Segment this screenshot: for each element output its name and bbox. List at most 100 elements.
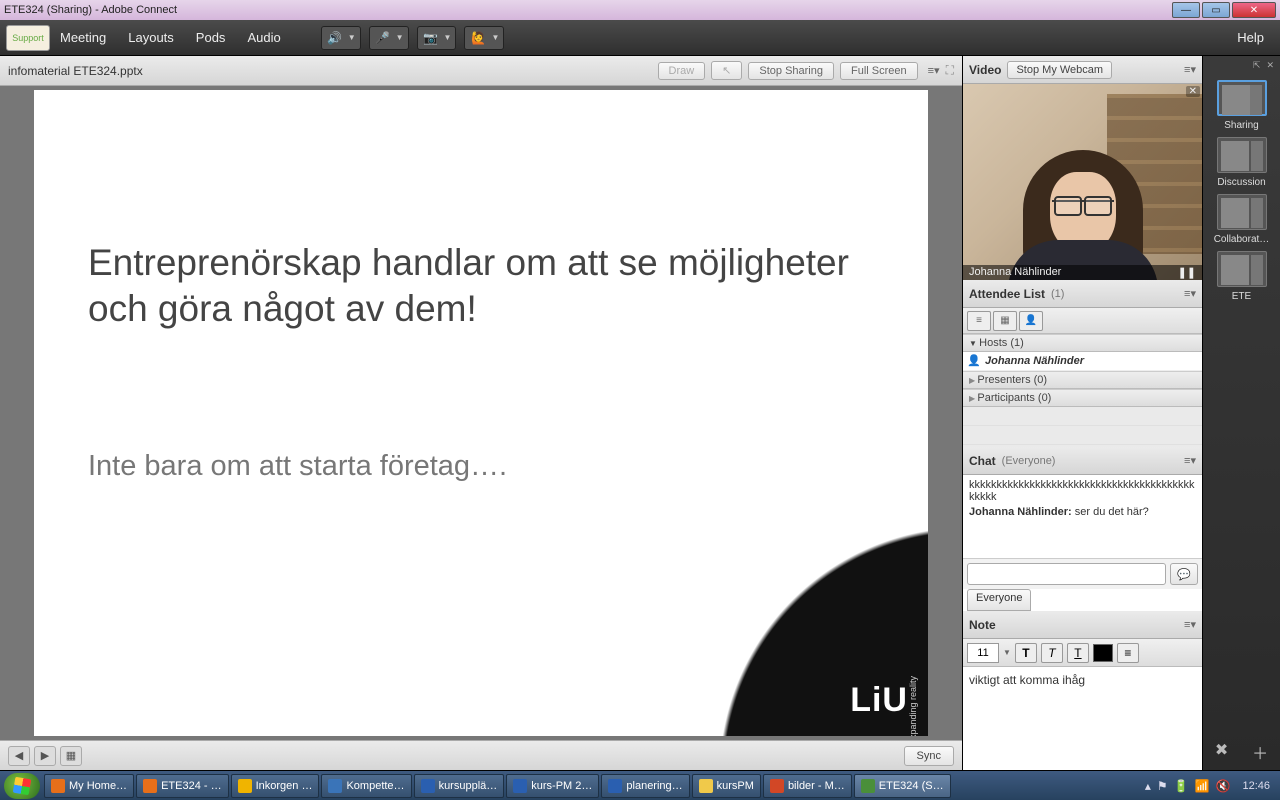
app-menubar: Support Meeting Layouts Pods Audio 🔊▼ 🎤▼… bbox=[0, 20, 1280, 56]
attendee-tools: ≡ ▦ 👤 bbox=[963, 308, 1202, 334]
attendee-group-presenters[interactable]: Presenters (0) bbox=[963, 371, 1202, 389]
video-pod-body: ✕ Johanna Nählinder ❚❚ bbox=[963, 84, 1202, 280]
note-italic-button[interactable]: T bbox=[1041, 643, 1063, 663]
taskbar-item[interactable]: ETE324 (S… bbox=[854, 774, 951, 798]
menu-pods[interactable]: Pods bbox=[196, 30, 226, 45]
slide-logo-sub: expanding reality bbox=[908, 676, 918, 736]
stop-sharing-button[interactable]: Stop Sharing bbox=[748, 62, 834, 80]
attendee-pod-options[interactable]: ≡▾ bbox=[1184, 287, 1196, 300]
menu-help[interactable]: Help bbox=[1237, 30, 1264, 45]
taskbar-app-label: planering… bbox=[626, 780, 682, 792]
sync-button[interactable]: Sync bbox=[904, 746, 954, 766]
taskbar-item[interactable]: Inkorgen … bbox=[231, 774, 320, 798]
webcam-close-icon[interactable]: ✕ bbox=[1186, 86, 1200, 97]
webcam-name-strip: Johanna Nählinder ❚❚ bbox=[963, 265, 1202, 280]
chat-tab-everyone[interactable]: Everyone bbox=[967, 589, 1031, 611]
layout-label: Sharing bbox=[1212, 120, 1272, 131]
layouts-bottom-controls: ✖ ＋ bbox=[1203, 740, 1280, 764]
tray-power-icon[interactable]: 🔋 bbox=[1174, 779, 1189, 793]
attendee-status-button[interactable]: 👤 bbox=[1019, 311, 1043, 331]
note-underline-button[interactable]: T bbox=[1067, 643, 1089, 663]
taskbar-item[interactable]: My Home… bbox=[44, 774, 134, 798]
video-pod-label: Video bbox=[969, 63, 1001, 77]
slide-heading: Entreprenörskap handlar om att se möjlig… bbox=[88, 240, 868, 333]
tray-clock[interactable]: 12:46 bbox=[1242, 780, 1270, 792]
raise-hand-button[interactable]: 🙋▼ bbox=[464, 26, 504, 50]
note-text[interactable]: viktigt att komma ihåg bbox=[963, 667, 1202, 770]
taskbar-item[interactable]: ETE324 - … bbox=[136, 774, 229, 798]
attendee-view-list-button[interactable]: ≡ bbox=[967, 311, 991, 331]
speaker-button[interactable]: 🔊▼ bbox=[321, 26, 361, 50]
menu-layouts[interactable]: Layouts bbox=[128, 30, 174, 45]
minimize-button[interactable]: — bbox=[1172, 2, 1200, 18]
menu-meeting[interactable]: Meeting bbox=[60, 30, 106, 45]
layouts-top-controls: ⇱ ✕ bbox=[1203, 60, 1280, 74]
layout-item-collaborat[interactable]: Collaborat… bbox=[1212, 194, 1272, 245]
webcam-feed[interactable]: ✕ Johanna Nählinder ❚❚ bbox=[963, 84, 1202, 280]
video-pod-options[interactable]: ≡▾ bbox=[1184, 63, 1196, 76]
taskbar-item[interactable]: kursPM bbox=[692, 774, 761, 798]
layout-item-sharing[interactable]: Sharing bbox=[1212, 80, 1272, 131]
close-button[interactable]: ✕ bbox=[1232, 2, 1276, 18]
attendee-group-participants[interactable]: Participants (0) bbox=[963, 389, 1202, 407]
webcam-button[interactable]: 📷▼ bbox=[417, 26, 457, 50]
chat-send-button[interactable]: 💬 bbox=[1170, 563, 1198, 585]
taskbar-item[interactable]: planering… bbox=[601, 774, 689, 798]
attendee-item-host[interactable]: Johanna Nählinder bbox=[963, 352, 1202, 371]
taskbar-app-icon bbox=[143, 779, 157, 793]
layouts-close-icon[interactable]: ✕ bbox=[1266, 60, 1274, 74]
layout-item-ete[interactable]: ETE bbox=[1212, 251, 1272, 302]
note-pod-header: Note ≡▾ bbox=[963, 611, 1202, 639]
webcam-icon: 📷 bbox=[422, 29, 440, 47]
maximize-button[interactable]: ▭ bbox=[1202, 2, 1230, 18]
layout-item-discussion[interactable]: Discussion bbox=[1212, 137, 1272, 188]
taskbar-app-label: ETE324 - … bbox=[161, 780, 222, 792]
pointer-button[interactable]: ↖ bbox=[711, 61, 742, 80]
note-color-button[interactable] bbox=[1093, 644, 1113, 662]
share-pod-options[interactable]: ≡▾ bbox=[928, 64, 940, 77]
taskbar-item[interactable]: kurs-PM 2… bbox=[506, 774, 599, 798]
share-pod-maximize-icon[interactable]: ⛶ bbox=[946, 63, 954, 78]
next-slide-button[interactable]: ▶ bbox=[34, 746, 56, 766]
share-pod: infomaterial ETE324.pptx Draw ↖ Stop Sha… bbox=[0, 56, 962, 770]
attendee-view-grid-button[interactable]: ▦ bbox=[993, 311, 1017, 331]
menu-audio[interactable]: Audio bbox=[247, 30, 280, 45]
slide-list-button[interactable]: ▦ bbox=[60, 746, 82, 766]
taskbar-app-label: kursPM bbox=[717, 780, 754, 792]
taskbar-app-icon bbox=[699, 779, 713, 793]
layouts-settings-icon[interactable]: ✖ bbox=[1215, 740, 1228, 764]
microphone-icon: 🎤 bbox=[374, 29, 392, 47]
start-button[interactable] bbox=[4, 773, 40, 799]
note-font-size[interactable] bbox=[967, 643, 999, 663]
layouts-add-icon[interactable]: ＋ bbox=[1252, 740, 1268, 764]
taskbar-app-icon bbox=[328, 779, 342, 793]
layout-label: Discussion bbox=[1212, 177, 1272, 188]
taskbar-item[interactable]: bilder - M… bbox=[763, 774, 852, 798]
chat-input[interactable] bbox=[967, 563, 1166, 585]
taskbar-item[interactable]: Kompette… bbox=[321, 774, 411, 798]
prev-slide-button[interactable]: ◀ bbox=[8, 746, 30, 766]
layouts-sidebar: ⇱ ✕ Sharing Discussion Collaborat… ETE ✖ ＋ bbox=[1202, 56, 1280, 770]
note-pod-options[interactable]: ≡▾ bbox=[1184, 618, 1196, 631]
tray-expand-icon[interactable]: ▴ bbox=[1145, 779, 1151, 793]
attendee-group-hosts[interactable]: Hosts (1) bbox=[963, 334, 1202, 352]
tray-network-icon[interactable]: 📶 bbox=[1195, 779, 1210, 793]
layout-label: Collaborat… bbox=[1212, 234, 1272, 245]
stop-webcam-button[interactable]: Stop My Webcam bbox=[1007, 61, 1112, 79]
chat-line: Johanna Nählinder: ser du det här? bbox=[969, 506, 1196, 518]
support-button[interactable]: Support bbox=[6, 25, 50, 51]
draw-button[interactable]: Draw bbox=[658, 62, 706, 80]
chat-pod-options[interactable]: ≡▾ bbox=[1184, 454, 1196, 467]
note-font-size-caret[interactable]: ▼ bbox=[1003, 648, 1011, 657]
microphone-button[interactable]: 🎤▼ bbox=[369, 26, 409, 50]
layouts-undock-icon[interactable]: ⇱ bbox=[1253, 60, 1261, 74]
note-bullets-button[interactable]: ≡ bbox=[1117, 643, 1139, 663]
chat-pod-body: kkkkkkkkkkkkkkkkkkkkkkkkkkkkkkkkkkkkkkkk… bbox=[963, 475, 1202, 611]
full-screen-button[interactable]: Full Screen bbox=[840, 62, 918, 80]
webcam-pause-icon[interactable]: ❚❚ bbox=[1178, 266, 1196, 279]
tray-action-center-icon[interactable]: ⚑ bbox=[1157, 779, 1168, 793]
note-bold-button[interactable]: T bbox=[1015, 643, 1037, 663]
taskbar-item[interactable]: kursupplä… bbox=[414, 774, 505, 798]
tray-volume-icon[interactable]: 🔇 bbox=[1216, 779, 1231, 793]
layout-thumb-icon bbox=[1217, 80, 1267, 116]
